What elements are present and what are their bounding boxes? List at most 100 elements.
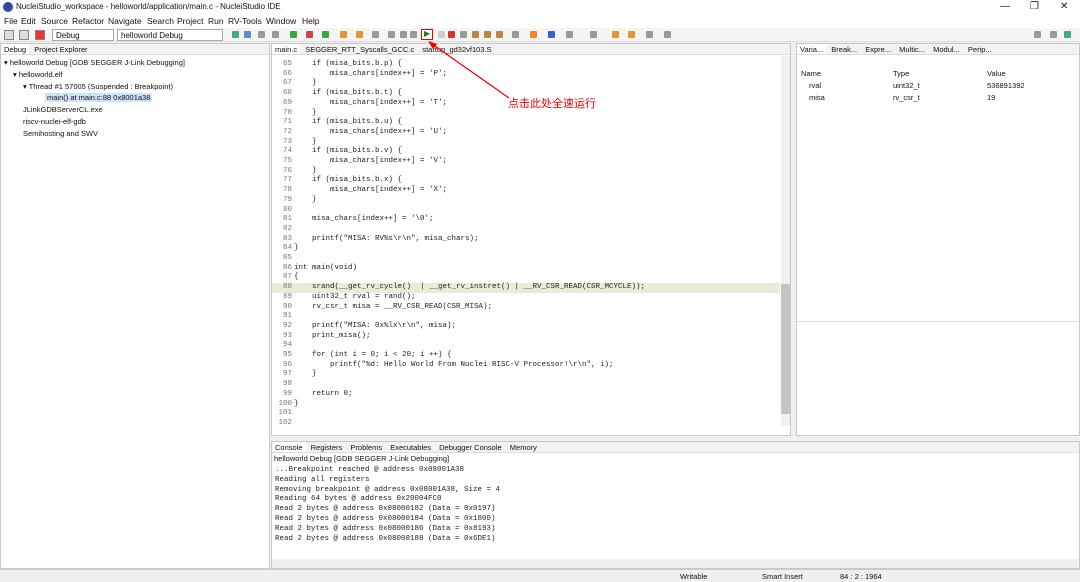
tool-icon[interactable] — [410, 31, 417, 38]
code-line[interactable]: 90 rv_csr_t misa = __RV_CSR_READ(CSR_MIS… — [272, 303, 780, 313]
menu-rv-tools[interactable]: RV-Tools — [228, 16, 262, 26]
tool-icon[interactable] — [646, 31, 653, 38]
tab-peripherals[interactable]: Perip... — [965, 44, 995, 54]
menu-source[interactable]: Source — [41, 16, 68, 26]
code-line[interactable]: 89 uint32_t rval = rand(); — [272, 293, 780, 303]
code-line[interactable]: 74 if (misa_bits.b.v) { — [272, 147, 780, 157]
code-line[interactable]: 88 srand(__get_rv_cycle() | __get_rv_ins… — [272, 283, 780, 293]
tool-icon[interactable] — [566, 31, 573, 38]
menu-search[interactable]: Search — [147, 16, 174, 26]
tab-project-explorer[interactable]: Project Explorer — [31, 44, 90, 54]
code-line[interactable]: 71 if (misa_bits.b.u) { — [272, 118, 780, 128]
code-line[interactable]: 87{ — [272, 273, 780, 283]
tool-icon[interactable] — [19, 30, 29, 40]
code-line[interactable]: 86 int main(void) — [272, 264, 780, 274]
tree-item-launch[interactable]: ▾ helloworld Debug [GDB SEGGER J-Link De… — [4, 58, 185, 67]
resume-button[interactable]: ▶ — [421, 29, 433, 40]
code-line[interactable]: 76 } — [272, 167, 780, 177]
step-over-icon[interactable] — [484, 31, 491, 38]
tool-icon[interactable] — [4, 30, 14, 40]
code-line[interactable]: 92 printf("MISA: 0x%lx\r\n", misa); — [272, 322, 780, 332]
debug-perspective-icon[interactable] — [1064, 31, 1071, 38]
menu-project[interactable]: Project — [177, 16, 203, 26]
tool-icon[interactable] — [460, 31, 467, 38]
tool-icon[interactable] — [290, 31, 297, 38]
tool-icon[interactable] — [322, 31, 329, 38]
tab-expressions[interactable]: Expre... — [862, 44, 894, 54]
code-line[interactable]: 99 return 0; — [272, 390, 780, 400]
perspective-icon[interactable] — [1050, 31, 1057, 38]
code-line[interactable]: 102 — [272, 419, 780, 429]
suspend-icon[interactable] — [438, 31, 445, 38]
tab-main-c[interactable]: main.c — [272, 44, 301, 54]
step-return-icon[interactable] — [496, 31, 503, 38]
code-line[interactable]: 75 misa_chars[index++] = 'V'; — [272, 157, 780, 167]
tree-item-stack-frame[interactable]: main() at main.c:88 0x8001a38 — [45, 93, 153, 102]
tree-item-jlink[interactable]: JLinkGDBServerCL.exe — [23, 105, 103, 114]
tab-registers[interactable]: Registers — [308, 442, 346, 452]
var-name[interactable]: rval — [809, 81, 821, 90]
minimize-button[interactable]: — — [1000, 1, 1010, 12]
code-line[interactable]: 97 } — [272, 370, 780, 380]
terminate-icon[interactable] — [448, 31, 455, 38]
menu-run[interactable]: Run — [208, 16, 224, 26]
tool-icon[interactable] — [590, 31, 597, 38]
column-header-type[interactable]: Type — [893, 69, 909, 78]
code-line[interactable]: 65 if (misa_bits.b.p) { — [272, 60, 780, 70]
tab-variables[interactable]: Varia... — [797, 44, 827, 54]
menu-help[interactable]: Help — [302, 16, 319, 26]
maximize-button[interactable]: ❐ — [1030, 1, 1039, 12]
menu-file[interactable]: File — [4, 16, 18, 26]
tree-item-thread[interactable]: ▾ Thread #1 57005 (Suspended : Breakpoin… — [23, 82, 173, 91]
tab-console[interactable]: Console — [272, 442, 306, 452]
tab-modules[interactable]: Modul... — [930, 44, 963, 54]
code-line[interactable]: 96 printf("%d: Hello World From Nuclei R… — [272, 361, 780, 371]
tool-icon[interactable] — [372, 31, 379, 38]
tool-icon[interactable] — [612, 31, 619, 38]
code-line[interactable]: 84} — [272, 244, 780, 254]
var-value[interactable]: 19 — [987, 93, 995, 102]
tool-icon[interactable] — [664, 31, 671, 38]
code-line[interactable]: 78 misa_chars[index++] = 'X'; — [272, 186, 780, 196]
tab-debug[interactable]: Debug — [1, 44, 30, 54]
code-line[interactable]: 85 — [272, 254, 780, 264]
search-icon[interactable] — [1034, 31, 1041, 38]
launch-config-select[interactable]: helloworld Debug — [117, 29, 223, 41]
column-header-value[interactable]: Value — [987, 69, 1006, 78]
tab-problems[interactable]: Problems — [347, 442, 385, 452]
tool-icon[interactable] — [340, 31, 347, 38]
tool-icon[interactable] — [512, 31, 519, 38]
code-line[interactable]: 72 misa_chars[index++] = 'U'; — [272, 128, 780, 138]
step-into-icon[interactable] — [472, 31, 479, 38]
code-line[interactable]: 94 — [272, 341, 780, 351]
horizontal-scrollbar[interactable] — [272, 559, 1079, 568]
tab-segger-rtt[interactable]: SEGGER_RTT_Syscalls_GCC.c — [302, 44, 417, 54]
tool-icon[interactable] — [244, 31, 251, 38]
code-line[interactable]: 91 — [272, 312, 780, 322]
tree-item-semihosting[interactable]: Semihosting and SWV — [23, 129, 98, 138]
menu-navigate[interactable]: Navigate — [108, 16, 142, 26]
code-line[interactable]: 80 — [272, 206, 780, 216]
code-line[interactable]: 81 misa_chars[index++] = '\0'; — [272, 215, 780, 225]
tool-icon[interactable] — [356, 31, 363, 38]
code-line[interactable]: 66 misa_chars[index++] = 'P'; — [272, 70, 780, 80]
scrollbar-thumb[interactable] — [781, 284, 790, 414]
tool-icon[interactable] — [388, 31, 395, 38]
tool-icon[interactable] — [400, 31, 407, 38]
code-line[interactable]: 79 } — [272, 196, 780, 206]
code-line[interactable]: 82 — [272, 225, 780, 235]
code-line[interactable]: 95 for (int i = 0; i < 20; i ++) { — [272, 351, 780, 361]
code-line[interactable]: 77 if (misa_bits.b.x) { — [272, 176, 780, 186]
var-value[interactable]: 536891392 — [987, 81, 1025, 90]
code-line[interactable]: 101 — [272, 409, 780, 419]
tool-icon[interactable] — [258, 31, 265, 38]
code-line[interactable]: 73 } — [272, 138, 780, 148]
tool-icon[interactable] — [232, 31, 239, 38]
tool-icon[interactable] — [548, 31, 555, 38]
code-line[interactable]: 67 } — [272, 79, 780, 89]
tab-breakpoints[interactable]: Break... — [828, 44, 860, 54]
code-area[interactable]: 65 if (misa_bits.b.p) {66 misa_chars[ind… — [272, 56, 780, 429]
tab-executables[interactable]: Executables — [387, 442, 434, 452]
column-header-name[interactable]: Name — [801, 69, 821, 78]
run-mode-select[interactable]: Debug — [52, 29, 114, 41]
